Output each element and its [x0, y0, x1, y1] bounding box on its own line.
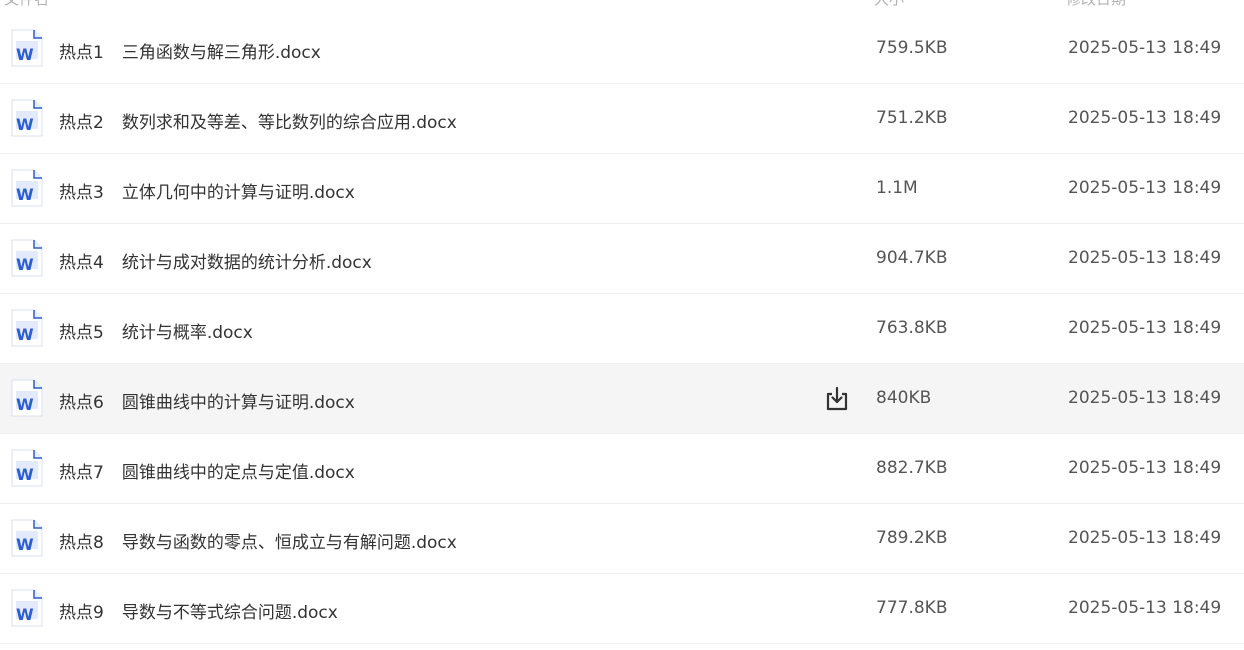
svg-text:W: W: [16, 465, 34, 484]
file-list: 文件名 大小 修改日期 W 热点1三角函数与解三角形.docx 759.5KB …: [0, 0, 1244, 650]
file-date: 2025-05-13 18:49: [1068, 38, 1222, 58]
file-size: 777.8KB: [876, 598, 948, 618]
file-name[interactable]: 热点1 三角函数与解三角形.docx: [59, 38, 321, 63]
file-size: 789.2KB: [876, 528, 948, 548]
file-date: 2025-05-13 18:49: [1068, 108, 1222, 128]
file-row[interactable]: W 热点9 导数与不等式综合问题.docx 777.8KB 2025-05-13 …: [0, 574, 1244, 644]
word-doc-icon: W: [11, 169, 43, 207]
file-row[interactable]: W 热点5 统计与概率.docx 763.8KB 2025-05-13 18:49: [0, 294, 1244, 364]
word-doc-icon: W: [11, 239, 43, 277]
file-size: 763.8KB: [876, 318, 948, 338]
file-row-hovered[interactable]: W 热点6 圆锥曲线中的计算与证明.docx 840KB 2025-05-13 1…: [0, 364, 1244, 434]
file-size: 759.5KB: [876, 38, 948, 58]
file-date: 2025-05-13 18:49: [1068, 248, 1222, 268]
file-size: 882.7KB: [876, 458, 948, 478]
header-size[interactable]: 大小: [874, 0, 904, 9]
word-doc-icon: W: [11, 309, 43, 347]
word-doc-icon: W: [11, 519, 43, 557]
file-name[interactable]: 热点8 导数与函数的零点、恒成立与有解问题.docx: [59, 528, 457, 553]
file-date: 2025-05-13 18:49: [1068, 178, 1222, 198]
svg-text:W: W: [16, 115, 34, 134]
file-row[interactable]: W 热点7 圆锥曲线中的定点与定值.docx 882.7KB 2025-05-13…: [0, 434, 1244, 504]
svg-text:W: W: [16, 45, 34, 64]
svg-text:W: W: [16, 605, 34, 624]
file-row[interactable]: W 热点1 三角函数与解三角形.docx 759.5KB 2025-05-13 1…: [0, 14, 1244, 84]
file-row[interactable]: W 热点3 立体几何中的计算与证明.docx 1.1M 2025-05-13 18…: [0, 154, 1244, 224]
svg-text:W: W: [16, 325, 34, 344]
file-row[interactable]: W 热点8 导数与函数的零点、恒成立与有解问题.docx 789.2KB 2025…: [0, 504, 1244, 574]
file-row[interactable]: W 热点4 统计与成对数据的统计分析.docx 904.7KB 2025-05-1…: [0, 224, 1244, 294]
file-name[interactable]: 热点6 圆锥曲线中的计算与证明.docx: [59, 388, 355, 413]
word-doc-icon: W: [11, 379, 43, 417]
file-name[interactable]: 热点2 数列求和及等差、等比数列的综合应用.docx: [59, 108, 457, 133]
svg-text:W: W: [16, 185, 34, 204]
word-doc-icon: W: [11, 99, 43, 137]
svg-text:W: W: [16, 535, 34, 554]
file-name[interactable]: 热点4 统计与成对数据的统计分析.docx: [59, 248, 372, 273]
file-name[interactable]: 热点3 立体几何中的计算与证明.docx: [59, 178, 355, 203]
svg-text:W: W: [16, 255, 34, 274]
download-icon[interactable]: [823, 385, 851, 413]
header-name[interactable]: 文件名: [4, 0, 49, 9]
file-name[interactable]: 热点5 统计与概率.docx: [59, 318, 253, 343]
word-doc-icon: W: [11, 449, 43, 487]
file-size: 751.2KB: [876, 108, 948, 128]
table-header: 文件名 大小 修改日期: [0, 0, 1244, 14]
word-doc-icon: W: [11, 589, 43, 627]
file-name[interactable]: 热点7 圆锥曲线中的定点与定值.docx: [59, 458, 355, 483]
header-date[interactable]: 修改日期: [1066, 0, 1126, 9]
word-doc-icon: W: [11, 29, 43, 67]
file-size: 1.1M: [876, 178, 918, 198]
file-date: 2025-05-13 18:49: [1068, 598, 1222, 618]
svg-text:W: W: [16, 395, 34, 414]
file-name[interactable]: 热点9 导数与不等式综合问题.docx: [59, 598, 338, 623]
file-size: 840KB: [876, 388, 932, 408]
file-date: 2025-05-13 18:49: [1068, 528, 1222, 548]
file-row[interactable]: W 热点2 数列求和及等差、等比数列的综合应用.docx 751.2KB 2025…: [0, 84, 1244, 154]
file-date: 2025-05-13 18:49: [1068, 318, 1222, 338]
file-size: 904.7KB: [876, 248, 948, 268]
file-date: 2025-05-13 18:49: [1068, 458, 1222, 478]
file-date: 2025-05-13 18:49: [1068, 388, 1222, 408]
